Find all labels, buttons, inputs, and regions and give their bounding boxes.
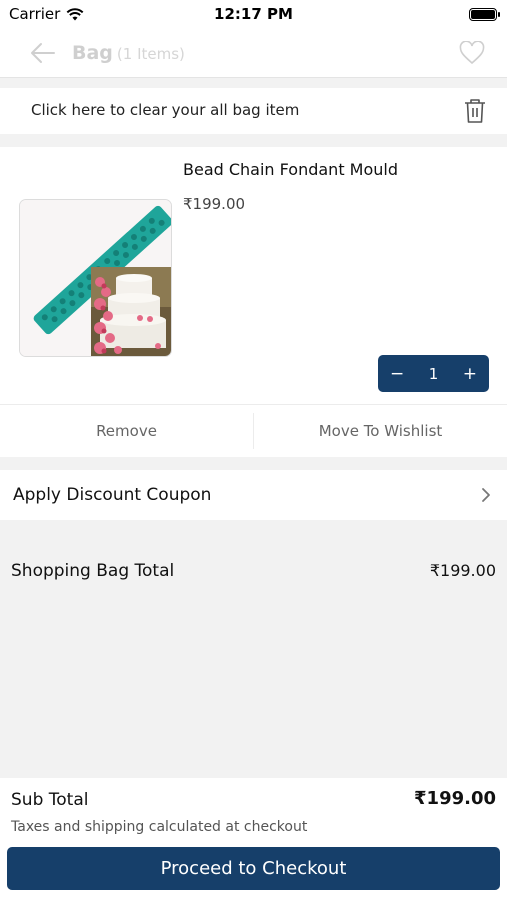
heart-icon[interactable] — [459, 41, 485, 65]
battery-icon — [469, 8, 500, 21]
proceed-to-checkout-button[interactable]: Proceed to Checkout — [7, 847, 500, 890]
bag-item-count: (1 Items) — [116, 45, 185, 63]
page-title: Bag (1 Items) — [72, 42, 185, 64]
trash-icon[interactable] — [463, 98, 487, 124]
status-bar: Carrier 12:17 PM — [0, 0, 507, 30]
bag-total-label: Shopping Bag Total — [11, 561, 175, 581]
clear-bag-row[interactable]: Click here to clear your all bag item — [0, 88, 507, 134]
remove-button[interactable]: Remove — [0, 405, 253, 457]
item-actions: Remove Move To Wishlist — [0, 404, 507, 457]
product-name[interactable]: Bead Chain Fondant Mould — [183, 160, 398, 179]
decrement-button[interactable]: − — [390, 364, 404, 384]
clock-time: 12:17 PM — [214, 5, 293, 23]
apply-coupon-row[interactable]: Apply Discount Coupon — [0, 470, 507, 520]
subtotal-value: ₹199.00 — [414, 788, 496, 809]
product-image[interactable] — [19, 199, 172, 357]
page-title-text: Bag — [72, 42, 113, 64]
bag-total-row: Shopping Bag Total ₹199.00 — [0, 558, 507, 586]
tax-shipping-note: Taxes and shipping calculated at checkou… — [11, 819, 308, 835]
product-price: ₹199.00 — [183, 195, 246, 213]
quantity-stepper: − 1 + — [378, 355, 489, 392]
subtotal-label: Sub Total — [11, 790, 89, 810]
clear-bag-text: Click here to clear your all bag item — [31, 101, 300, 119]
quantity-value: 1 — [428, 364, 439, 383]
nav-bar: Bag (1 Items) — [0, 30, 507, 78]
checkout-footer: Sub Total ₹199.00 Taxes and shipping cal… — [0, 778, 507, 900]
increment-button[interactable]: + — [463, 364, 477, 384]
bag-total-value: ₹199.00 — [429, 561, 496, 580]
back-arrow-icon[interactable] — [30, 41, 56, 65]
move-to-wishlist-button[interactable]: Move To Wishlist — [254, 405, 507, 457]
apply-coupon-label: Apply Discount Coupon — [13, 485, 212, 505]
chevron-right-icon — [482, 488, 490, 502]
bag-item-card: Bead Chain Fondant Mould ₹199.00 − 1 + R… — [0, 147, 507, 457]
